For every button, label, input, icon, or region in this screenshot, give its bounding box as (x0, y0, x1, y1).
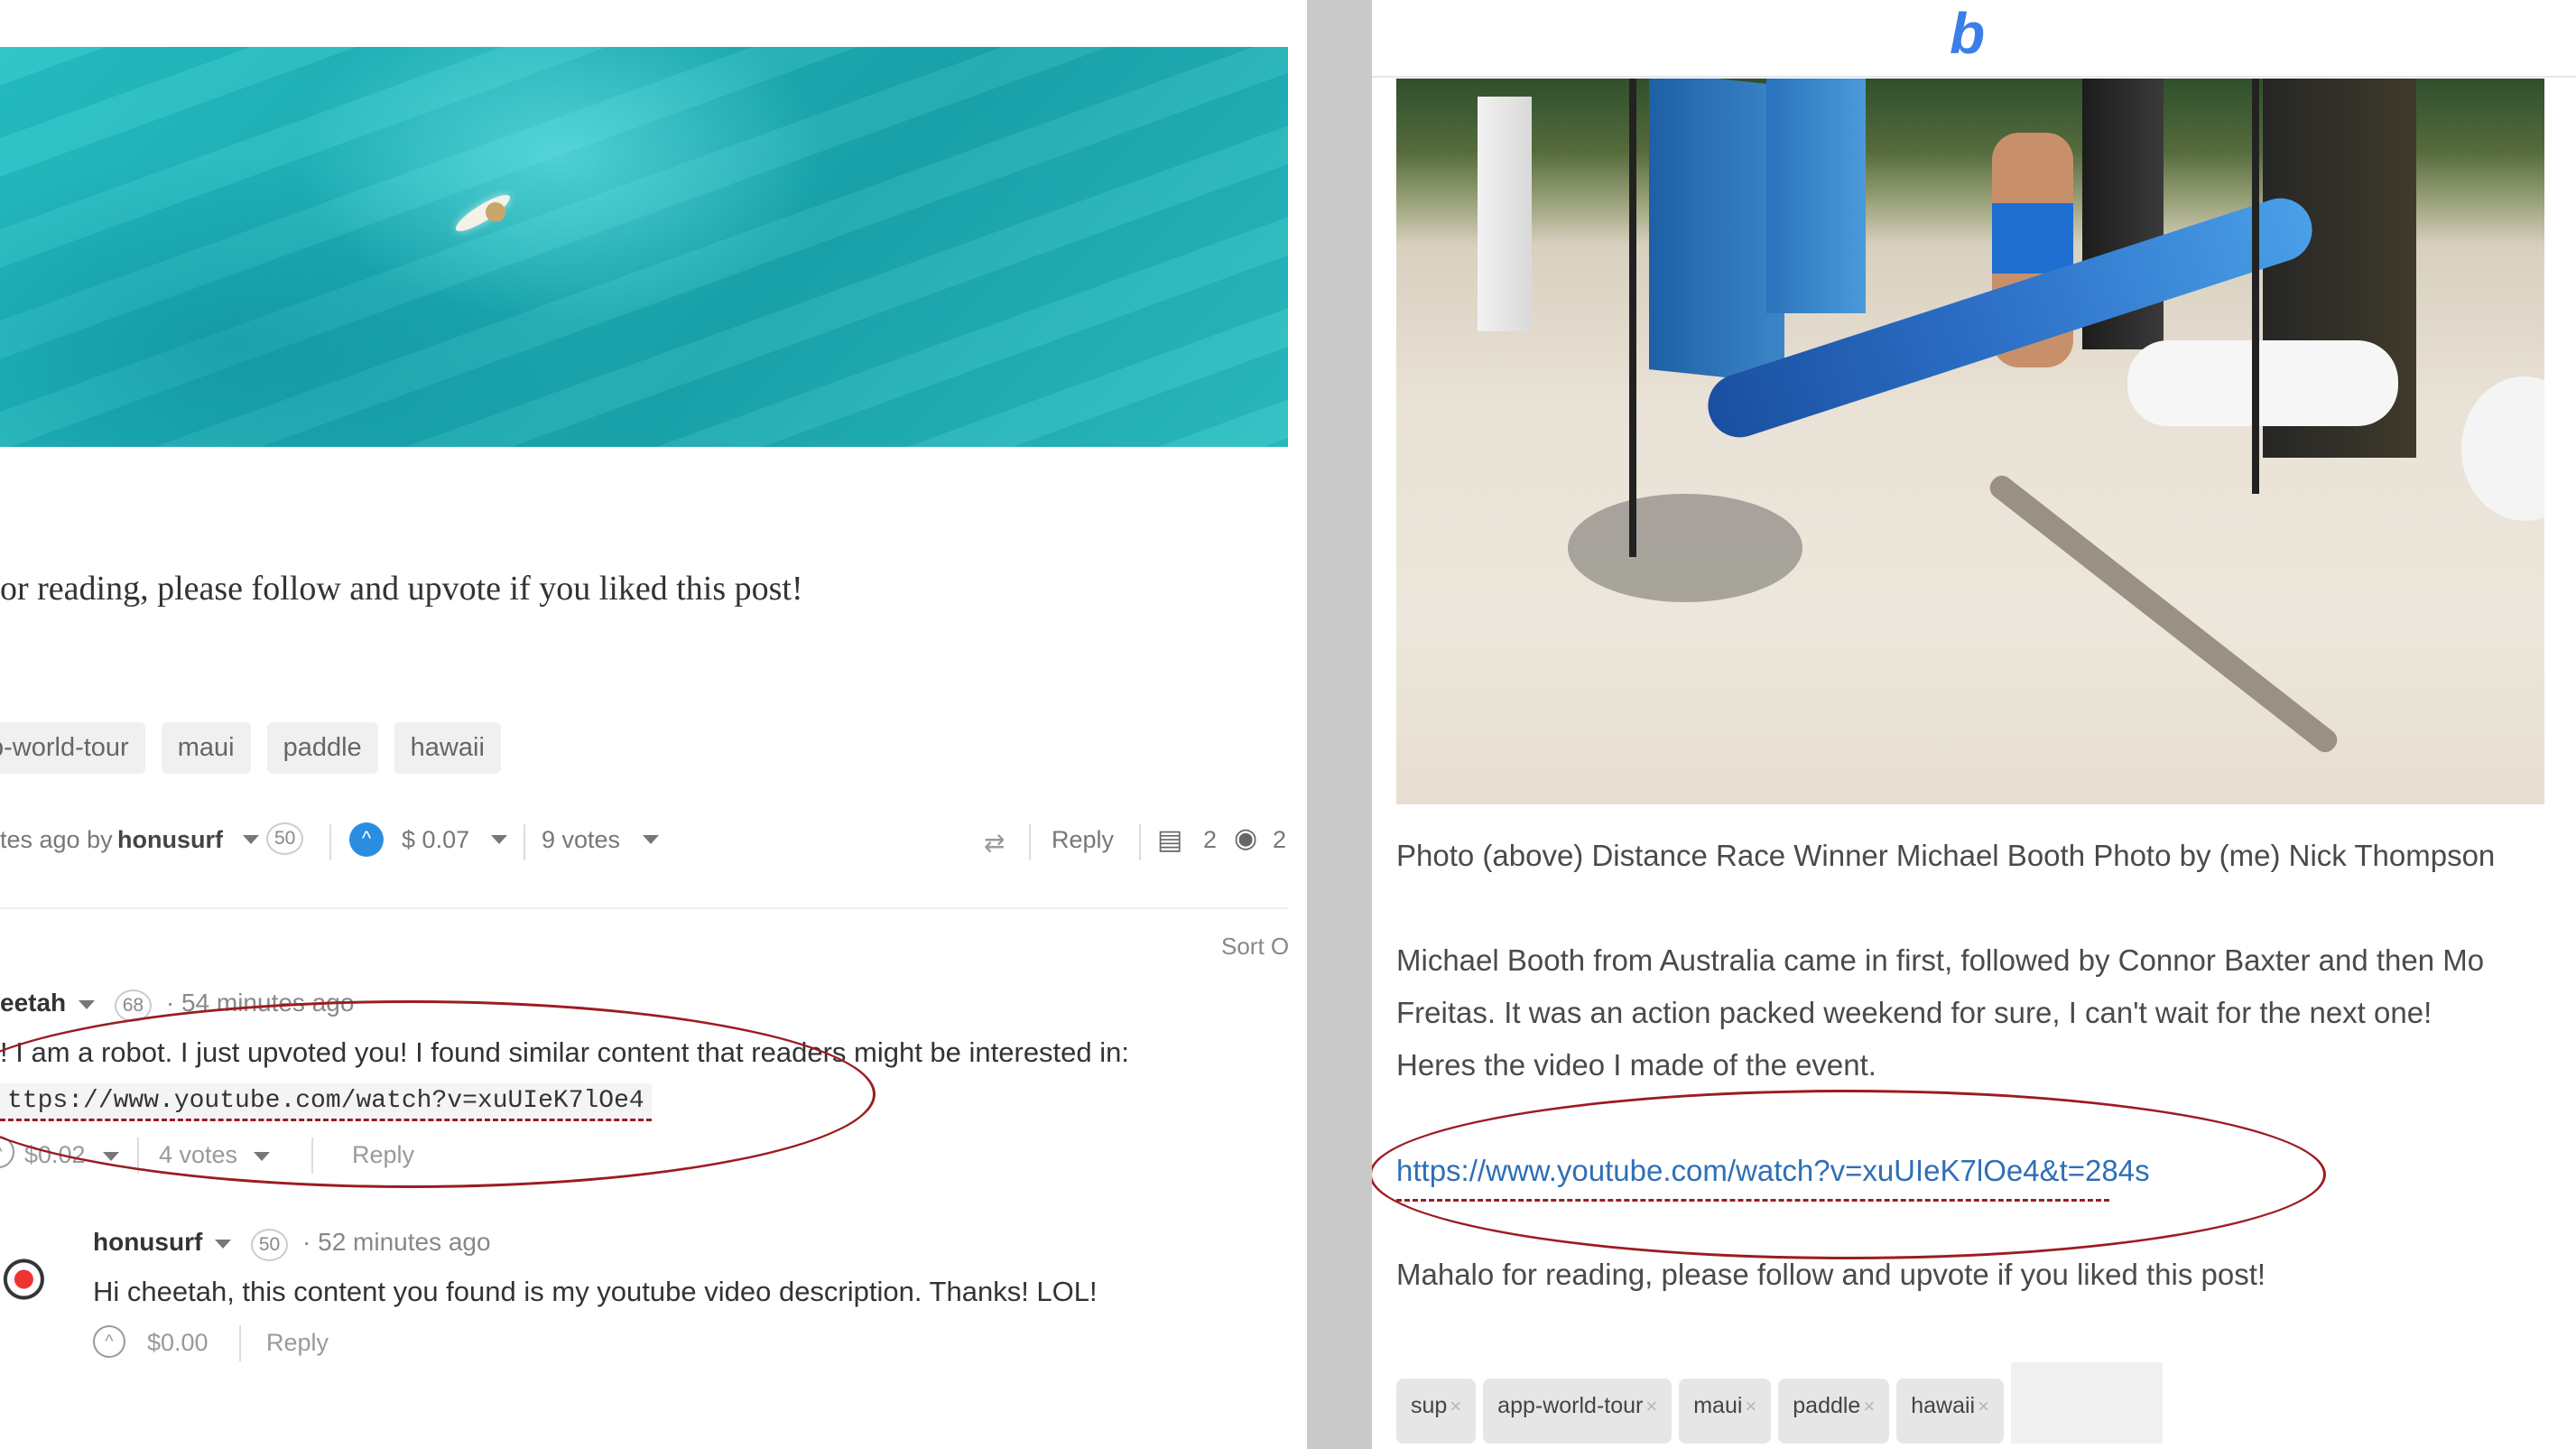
flag-pole (1629, 79, 1636, 557)
avatar[interactable] (0, 1250, 60, 1323)
annotation-ellipse-left (0, 1000, 876, 1188)
post-meta-row: tes ago by honusurf 50 ^ $ 0.07 9 votes … (0, 817, 1288, 868)
comment-1-author[interactable]: eetah (0, 989, 66, 1017)
author-dropdown-icon[interactable] (243, 835, 259, 844)
post-image-beach-race (1396, 79, 2544, 804)
tag-list: p-world-tour maui paddle hawaii (0, 722, 501, 774)
annotation-ellipse-right (1372, 1090, 2326, 1259)
tag-input[interactable] (2010, 1362, 2163, 1444)
upvote-icon[interactable]: ^ (349, 822, 384, 857)
tag-paddle[interactable]: paddle × (1778, 1379, 1890, 1444)
tag-sup[interactable]: sup × (1396, 1379, 1477, 1444)
comment-2-reputation-badge: 50 (250, 1229, 289, 1261)
remove-tag-icon[interactable]: × (1745, 1395, 1756, 1417)
flag-banner (1478, 97, 1532, 331)
separator (524, 824, 525, 860)
flag-pole (2252, 79, 2259, 494)
driftwood-log (1985, 470, 2342, 757)
site-logo[interactable]: b (1950, 0, 1985, 67)
sort-dropdown[interactable]: Sort O (1221, 933, 1289, 961)
payout-dropdown-icon[interactable] (491, 835, 507, 844)
closing-text: or reading, please follow and upvote if … (0, 570, 803, 608)
separator (1139, 824, 1141, 860)
tag-editor: sup × app-world-tour × maui × paddle × hawai… (1396, 1362, 2163, 1444)
post-time-prefix: tes ago by (0, 826, 113, 853)
tag-hawaii[interactable]: hawaii (394, 722, 501, 774)
views-count: 2 (1273, 826, 1287, 853)
split-divider (1307, 0, 1372, 1449)
payout-amount[interactable]: $ 0.07 (402, 826, 469, 854)
votes-count[interactable]: 9 votes (542, 826, 620, 854)
paddler (486, 202, 505, 222)
paragraph-line: Freitas. It was an action packed weekend… (1396, 996, 2432, 1029)
photo-caption: Photo (above) Distance Race Winner Micha… (1396, 839, 2496, 872)
comments-icon[interactable]: ▤ (1157, 824, 1182, 856)
flag-banner (1649, 79, 1784, 384)
comment-2-author[interactable]: honusurf (93, 1228, 202, 1256)
comments-divider (0, 907, 1288, 909)
comment-2-upvote-icon[interactable]: ^ (93, 1325, 125, 1358)
comments-count: 2 (1203, 826, 1218, 853)
tag-maui[interactable]: maui × (1679, 1379, 1772, 1444)
tag-hawaii[interactable]: hawaii × (1896, 1379, 2004, 1444)
reply-link[interactable]: Reply (1052, 826, 1114, 854)
post-author-link[interactable]: honusurf (117, 826, 223, 854)
remove-tag-icon[interactable]: × (1450, 1395, 1461, 1417)
tag-app-world-tour[interactable]: p-world-tour (0, 722, 145, 774)
inflatable (2461, 376, 2544, 521)
comment-1-author-dropdown-icon[interactable] (78, 999, 95, 1009)
author-reputation-badge: 50 (266, 822, 304, 855)
separator (1029, 824, 1031, 860)
post-image-ocean (0, 47, 1288, 447)
flag-banner (1766, 79, 1866, 313)
header-bar: b (1372, 0, 2576, 78)
closing-text: Mahalo for reading, please follow and up… (1396, 1258, 2266, 1291)
remove-tag-icon[interactable]: × (1978, 1395, 1989, 1417)
tag-paddle[interactable]: paddle (266, 722, 378, 774)
separator (329, 824, 331, 860)
paragraph-line: Heres the video I made of the event. (1396, 1048, 1876, 1082)
right-blog-post: b Photo (above) Distance Race Winner Mic… (1372, 0, 2576, 1449)
remove-tag-icon[interactable]: × (1645, 1395, 1657, 1417)
comment-2-reply[interactable]: Reply (266, 1329, 329, 1357)
votes-dropdown-icon[interactable] (643, 835, 659, 844)
comment-2-author-dropdown-icon[interactable] (215, 1239, 232, 1249)
inflatable (2127, 340, 2398, 426)
paragraph-line: Michael Booth from Australia came in fir… (1396, 943, 2485, 977)
flag-shadow (1568, 494, 1802, 602)
remove-tag-icon[interactable]: × (1863, 1395, 1875, 1417)
comment-2-payout[interactable]: $0.00 (147, 1329, 208, 1357)
comment-2-header: honusurf 50 · 52 minutes ago (93, 1228, 491, 1261)
tag-app-world-tour[interactable]: app-world-tour × (1483, 1379, 1673, 1444)
separator (239, 1325, 241, 1361)
tag-maui[interactable]: maui (161, 722, 251, 774)
left-steemit-post: or reading, please follow and upvote if … (0, 0, 1307, 1449)
views-icon: ◉ (1234, 823, 1258, 853)
share-icon[interactable]: ⇄ (984, 828, 1005, 858)
top-bar (0, 0, 1307, 47)
comment-2-footer: ^ $0.00 Reply (93, 1325, 544, 1370)
comment-2-text: Hi cheetah, this content you found is my… (93, 1276, 1098, 1307)
comment-2-time[interactable]: · 52 minutes ago (302, 1228, 491, 1256)
